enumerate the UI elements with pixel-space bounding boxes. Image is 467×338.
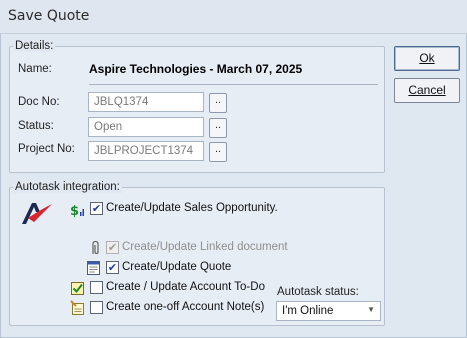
status-browse-button[interactable]: .. bbox=[209, 118, 227, 138]
doc-no-field[interactable]: JBLQ1374 bbox=[88, 92, 204, 112]
ok-label: Ok bbox=[419, 51, 435, 65]
quote-name-value: Aspire Technologies - March 07, 2025 bbox=[89, 62, 303, 76]
status-label: Status: bbox=[18, 120, 54, 132]
dollar-chart-icon: $ bbox=[70, 204, 84, 218]
project-no-label: Project No: bbox=[18, 143, 75, 155]
status-value: Open bbox=[94, 121, 123, 133]
details-legend: Details: bbox=[13, 40, 56, 52]
autotask-status-value: I'm Online bbox=[282, 305, 334, 317]
autotask-legend: Autotask integration: bbox=[13, 181, 122, 193]
svg-text:$: $ bbox=[70, 204, 79, 218]
quote-label: Create/Update Quote bbox=[122, 261, 232, 273]
account-todo-checkbox[interactable] bbox=[90, 281, 103, 294]
linked-document-label: Create/Update Linked document bbox=[122, 241, 288, 253]
account-todo-label: Create / Update Account To-Do bbox=[106, 281, 265, 293]
cancel-label: Cancel bbox=[408, 83, 446, 97]
quote-checkbox[interactable]: ✔ bbox=[106, 261, 119, 274]
project-no-field[interactable]: JBLPROJECT1374 bbox=[88, 141, 204, 161]
sales-opportunity-checkbox[interactable]: ✔ bbox=[90, 202, 103, 215]
doc-no-label: Doc No: bbox=[18, 96, 60, 108]
cancel-button[interactable]: Cancel bbox=[394, 78, 460, 103]
autotask-logo bbox=[22, 203, 52, 224]
title-bar: Save Quote bbox=[0, 0, 467, 34]
account-note-label: Create one-off Account Note(s) bbox=[106, 301, 265, 313]
window-title: Save Quote bbox=[8, 8, 90, 24]
project-no-browse-button[interactable]: .. bbox=[209, 142, 227, 162]
doc-no-browse-button[interactable]: .. bbox=[209, 93, 227, 113]
details-separator bbox=[89, 84, 378, 85]
dropdown-arrow-icon: ▼ bbox=[367, 305, 375, 314]
name-label: Name: bbox=[18, 63, 52, 75]
paperclip-icon bbox=[92, 240, 99, 255]
autotask-status-select[interactable]: I'm Online ▼ bbox=[276, 301, 381, 321]
account-note-checkbox[interactable] bbox=[90, 301, 103, 314]
quote-document-icon bbox=[87, 261, 100, 275]
linked-document-checkbox[interactable]: ✔ bbox=[106, 241, 119, 254]
project-no-value: JBLPROJECT1374 bbox=[94, 145, 194, 157]
status-field[interactable]: Open bbox=[88, 117, 204, 137]
note-pencil-icon bbox=[70, 300, 84, 315]
ok-button[interactable]: Ok bbox=[394, 46, 460, 71]
sales-opportunity-label: Create/Update Sales Opportunity. bbox=[106, 202, 278, 214]
todo-checklist-icon bbox=[71, 282, 84, 295]
doc-no-value: JBLQ1374 bbox=[94, 96, 149, 108]
autotask-status-label: Autotask status: bbox=[277, 286, 359, 298]
